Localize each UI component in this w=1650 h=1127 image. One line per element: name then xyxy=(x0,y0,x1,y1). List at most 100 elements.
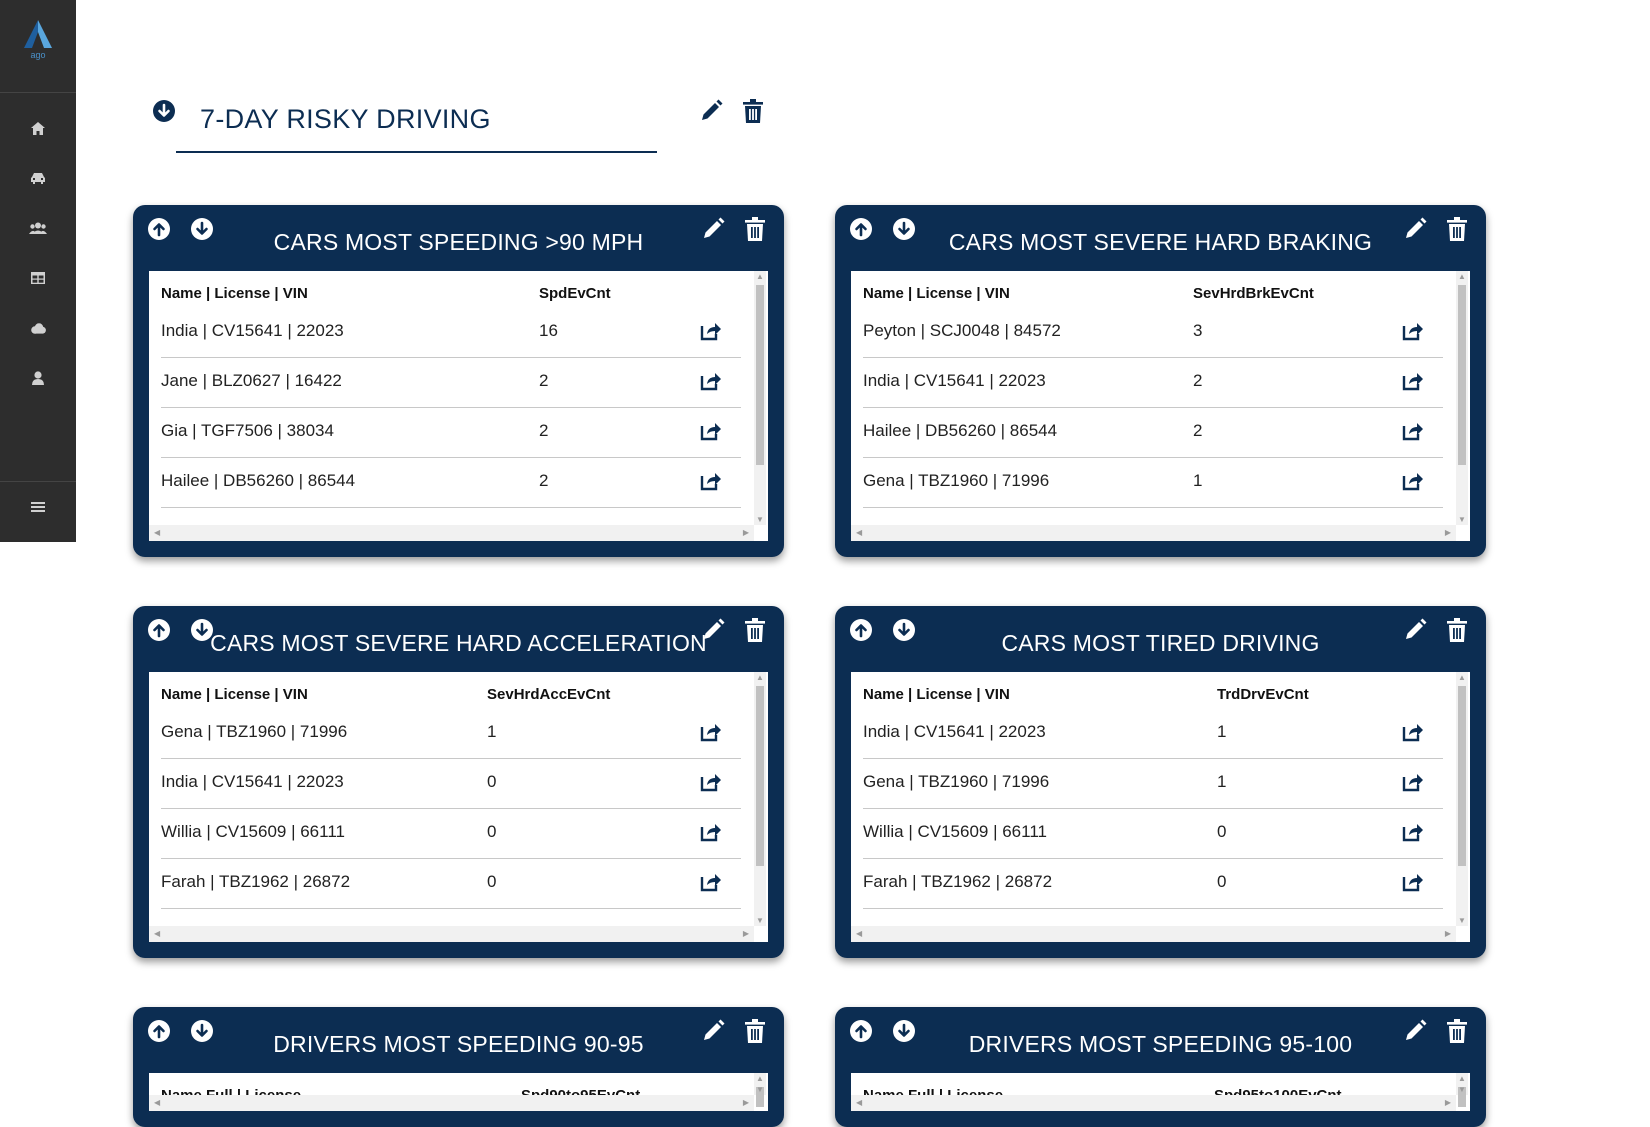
scroll-left-arrow-icon[interactable]: ◀ xyxy=(154,1098,160,1107)
share-icon xyxy=(700,822,722,847)
scroll-up-arrow-icon[interactable]: ▲ xyxy=(1458,272,1466,281)
vertical-scrollbar[interactable]: ▲ ▼ xyxy=(1456,672,1468,926)
row-name-cell: India | CV15641 | 22023 xyxy=(161,772,344,791)
scroll-up-arrow-icon[interactable]: ▲ xyxy=(756,272,764,281)
scroll-left-arrow-icon[interactable]: ◀ xyxy=(856,929,862,938)
row-name-cell: Jane | BLZ0627 | 16422 xyxy=(161,371,342,390)
sidebar-item-tables[interactable] xyxy=(0,261,76,295)
horizontal-scrollbar[interactable]: ◀ ▶ xyxy=(149,926,754,942)
move-down-button[interactable] xyxy=(152,99,176,123)
scroll-right-arrow-icon[interactable]: ▶ xyxy=(743,929,749,938)
table-row: Gena | TBZ1960 | 71996 1 xyxy=(863,758,1443,809)
card-title: CARS MOST TIRED DRIVING xyxy=(1001,630,1320,656)
row-count-cell: 1 xyxy=(1193,471,1203,490)
sidebar-menu-toggle[interactable] xyxy=(0,490,76,524)
horizontal-scrollbar[interactable]: ◀ ▶ xyxy=(851,926,1456,942)
card-title: DRIVERS MOST SPEEDING 95-100 xyxy=(968,1031,1353,1057)
sidebar-item-users[interactable] xyxy=(0,211,76,245)
edit-card-button[interactable] xyxy=(1402,1019,1428,1046)
app-logo[interactable]: ago xyxy=(0,0,76,93)
scroll-down-arrow-icon[interactable]: ▼ xyxy=(1458,515,1466,524)
open-detail-button[interactable] xyxy=(699,823,723,845)
row-name-cell: Hailee | DB56260 | 86544 xyxy=(161,471,356,490)
delete-card-button[interactable] xyxy=(743,216,767,244)
vertical-scrollbar[interactable]: ▲ ▼ xyxy=(754,672,766,926)
column-header-name: Name | License | VIN xyxy=(161,686,308,703)
row-name-cell: Gia | TGF7506 | 38034 xyxy=(161,421,334,440)
delete-card-button[interactable] xyxy=(743,1018,767,1046)
open-detail-button[interactable] xyxy=(1401,472,1425,494)
scroll-left-arrow-icon[interactable]: ◀ xyxy=(154,528,160,537)
delete-card-button[interactable] xyxy=(743,617,767,645)
horizontal-scrollbar[interactable]: ◀ ▶ xyxy=(851,1095,1456,1111)
scroll-down-arrow-icon[interactable]: ▼ xyxy=(1458,916,1466,925)
open-detail-button[interactable] xyxy=(1401,422,1425,444)
column-header-count: SevHrdAccEvCnt xyxy=(487,686,611,703)
edit-card-button[interactable] xyxy=(700,618,726,645)
scroll-up-arrow-icon[interactable]: ▲ xyxy=(1458,1074,1466,1083)
scroll-right-arrow-icon[interactable]: ▶ xyxy=(743,1098,749,1107)
delete-card-button[interactable] xyxy=(1445,617,1469,645)
edit-card-button[interactable] xyxy=(700,217,726,244)
scroll-left-arrow-icon[interactable]: ◀ xyxy=(154,929,160,938)
open-detail-button[interactable] xyxy=(699,372,723,394)
vertical-scrollbar[interactable]: ▲ ▼ xyxy=(754,1073,766,1107)
open-detail-button[interactable] xyxy=(1401,823,1425,845)
scroll-left-arrow-icon[interactable]: ◀ xyxy=(856,528,862,537)
row-count-cell: 1 xyxy=(487,722,497,741)
edit-card-button[interactable] xyxy=(700,1019,726,1046)
edit-card-button[interactable] xyxy=(1402,618,1428,645)
delete-dashboard-button[interactable] xyxy=(741,98,765,124)
open-detail-button[interactable] xyxy=(1401,723,1425,745)
trash-icon xyxy=(1447,216,1467,246)
open-detail-button[interactable] xyxy=(1401,773,1425,795)
share-icon xyxy=(700,471,722,496)
sidebar-item-user[interactable] xyxy=(0,361,76,395)
horizontal-scrollbar[interactable]: ◀ ▶ xyxy=(149,1095,754,1111)
open-detail-button[interactable] xyxy=(699,873,723,895)
scroll-up-arrow-icon[interactable]: ▲ xyxy=(1458,673,1466,682)
scroll-up-arrow-icon[interactable]: ▲ xyxy=(756,673,764,682)
open-detail-button[interactable] xyxy=(699,773,723,795)
open-detail-button[interactable] xyxy=(699,723,723,745)
scrollbar-thumb[interactable] xyxy=(1458,686,1466,866)
open-detail-button[interactable] xyxy=(699,322,723,344)
cloud-icon xyxy=(31,322,46,334)
card-title: DRIVERS MOST SPEEDING 90-95 xyxy=(273,1031,644,1057)
sidebar-item-home[interactable] xyxy=(0,111,76,145)
sidebar-item-cars[interactable] xyxy=(0,161,76,195)
row-name-cell: Willia | CV15609 | 66111 xyxy=(863,822,1047,841)
scroll-down-arrow-icon[interactable]: ▼ xyxy=(1458,1085,1466,1094)
scroll-down-arrow-icon[interactable]: ▼ xyxy=(756,916,764,925)
vertical-scrollbar[interactable]: ▲ ▼ xyxy=(1456,271,1468,525)
open-detail-button[interactable] xyxy=(1401,322,1425,344)
row-count-cell: 1 xyxy=(1217,722,1227,741)
scroll-left-arrow-icon[interactable]: ◀ xyxy=(856,1098,862,1107)
open-detail-button[interactable] xyxy=(699,472,723,494)
card-title: CARS MOST SEVERE HARD BRAKING xyxy=(948,229,1373,255)
edit-dashboard-button[interactable] xyxy=(698,98,724,124)
edit-card-button[interactable] xyxy=(1402,217,1428,244)
scroll-right-arrow-icon[interactable]: ▶ xyxy=(1445,929,1451,938)
scroll-right-arrow-icon[interactable]: ▶ xyxy=(1445,1098,1451,1107)
scroll-up-arrow-icon[interactable]: ▲ xyxy=(756,1074,764,1083)
dashboard-title[interactable]: 7-DAY RISKY DRIVING xyxy=(200,104,491,135)
scroll-right-arrow-icon[interactable]: ▶ xyxy=(1445,528,1451,537)
delete-card-button[interactable] xyxy=(1445,1018,1469,1046)
open-detail-button[interactable] xyxy=(1401,372,1425,394)
vertical-scrollbar[interactable]: ▲ ▼ xyxy=(1456,1073,1468,1107)
scroll-right-arrow-icon[interactable]: ▶ xyxy=(743,528,749,537)
open-detail-button[interactable] xyxy=(1401,873,1425,895)
horizontal-scrollbar[interactable]: ◀ ▶ xyxy=(149,525,754,541)
scrollbar-thumb[interactable] xyxy=(756,285,764,465)
open-detail-button[interactable] xyxy=(699,422,723,444)
menu-icon xyxy=(31,502,45,512)
scrollbar-thumb[interactable] xyxy=(1458,285,1466,465)
vertical-scrollbar[interactable]: ▲ ▼ xyxy=(754,271,766,525)
sidebar-item-cloud[interactable] xyxy=(0,311,76,345)
horizontal-scrollbar[interactable]: ◀ ▶ xyxy=(851,525,1456,541)
scrollbar-thumb[interactable] xyxy=(756,686,764,866)
delete-card-button[interactable] xyxy=(1445,216,1469,246)
scroll-down-arrow-icon[interactable]: ▼ xyxy=(756,1085,764,1094)
scroll-down-arrow-icon[interactable]: ▼ xyxy=(756,515,764,524)
